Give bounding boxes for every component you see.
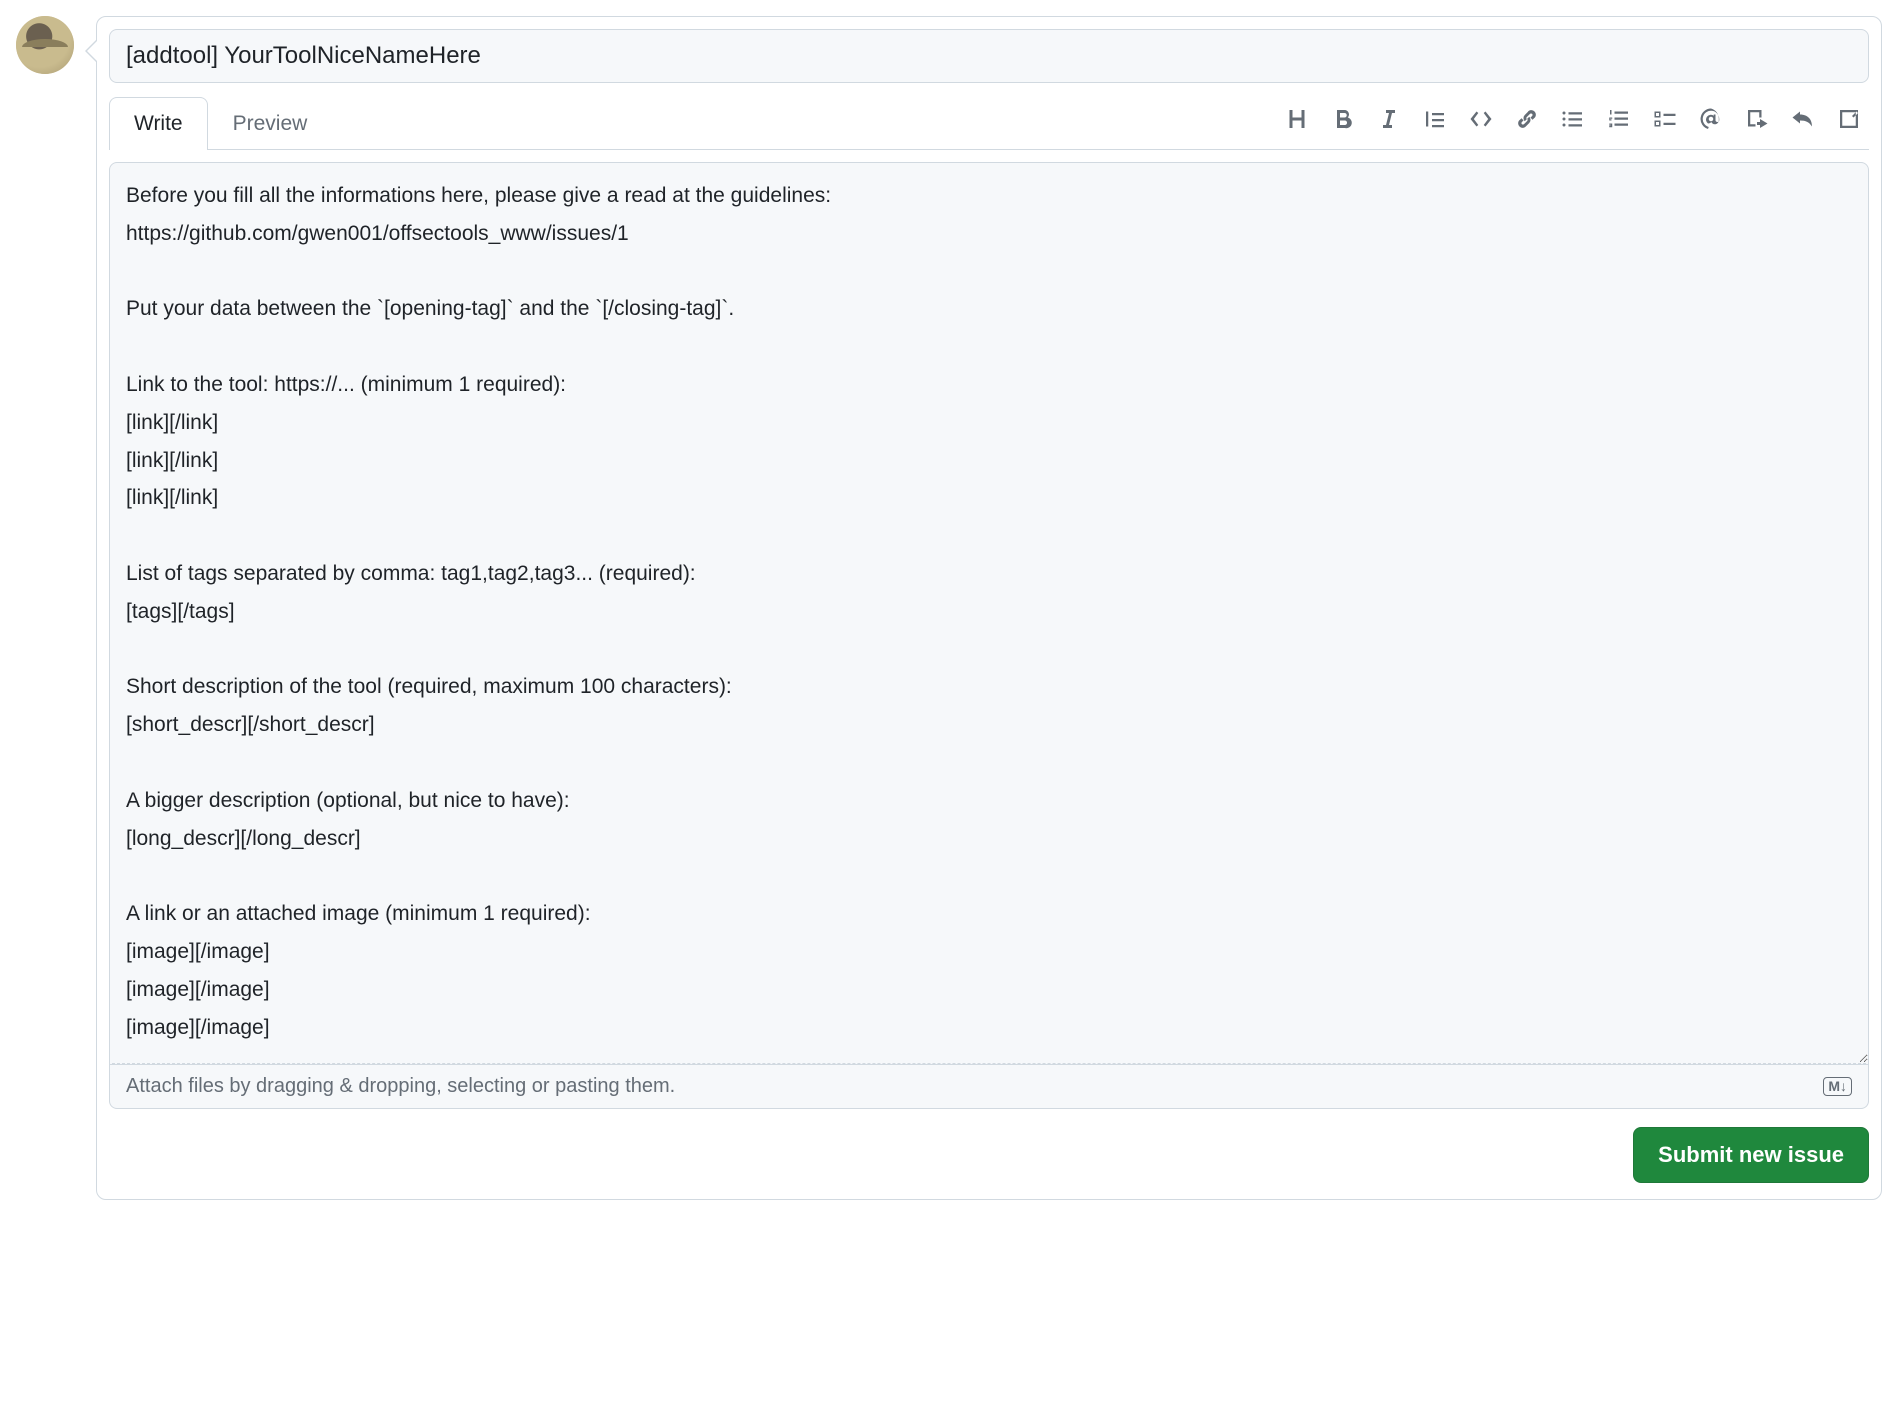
- cross-reference-icon[interactable]: [1745, 107, 1769, 131]
- attach-files-text: Attach files by dragging & dropping, sel…: [126, 1075, 675, 1098]
- avatar[interactable]: [16, 16, 74, 74]
- bold-icon[interactable]: [1331, 107, 1355, 131]
- fullscreen-icon[interactable]: [1837, 107, 1861, 131]
- quote-icon[interactable]: [1423, 107, 1447, 131]
- link-icon[interactable]: [1515, 107, 1539, 131]
- unordered-list-icon[interactable]: [1561, 107, 1585, 131]
- task-list-icon[interactable]: [1653, 107, 1677, 131]
- italic-icon[interactable]: [1377, 107, 1401, 131]
- mention-icon[interactable]: [1699, 107, 1723, 131]
- submit-new-issue-button[interactable]: Submit new issue: [1633, 1127, 1869, 1183]
- markdown-supported-icon[interactable]: M↓: [1823, 1077, 1852, 1096]
- issue-title-input[interactable]: [109, 29, 1869, 83]
- resize-handle[interactable]: [112, 1063, 1866, 1064]
- issue-body-textarea[interactable]: [110, 163, 1868, 1063]
- tab-write[interactable]: Write: [109, 97, 208, 150]
- heading-icon[interactable]: [1285, 107, 1309, 131]
- editor-body: Attach files by dragging & dropping, sel…: [109, 162, 1869, 1109]
- markdown-toolbar: [1285, 107, 1869, 139]
- comment-form: Write Preview: [96, 16, 1882, 1200]
- ordered-list-icon[interactable]: [1607, 107, 1631, 131]
- code-icon[interactable]: [1469, 107, 1493, 131]
- reply-icon[interactable]: [1791, 107, 1815, 131]
- attach-files-bar[interactable]: Attach files by dragging & dropping, sel…: [109, 1065, 1869, 1109]
- tab-preview[interactable]: Preview: [208, 97, 333, 150]
- editor-tab-bar: Write Preview: [109, 97, 1869, 150]
